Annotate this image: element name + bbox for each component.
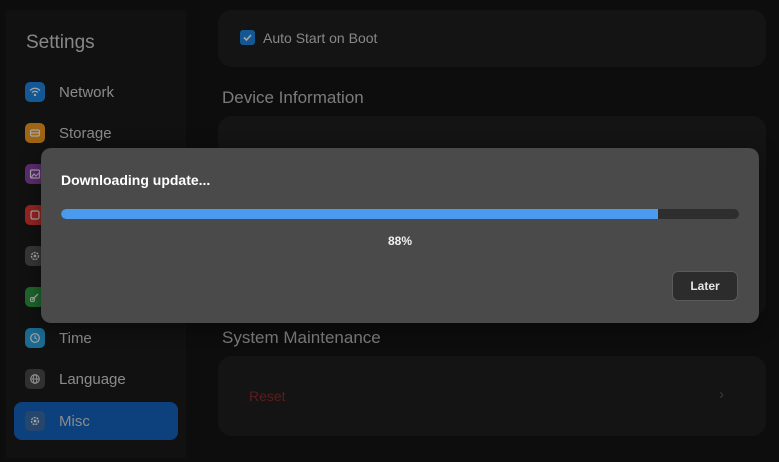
later-button[interactable]: Later (672, 271, 738, 301)
download-dialog: Downloading update... 88% Later (41, 148, 759, 323)
progress-percent: 88% (387, 234, 413, 248)
app-window: Settings Network Storage Time Language M… (0, 0, 779, 462)
dialog-title: Downloading update... (61, 172, 211, 188)
progress-bar (61, 209, 739, 219)
progress-fill (61, 209, 658, 219)
